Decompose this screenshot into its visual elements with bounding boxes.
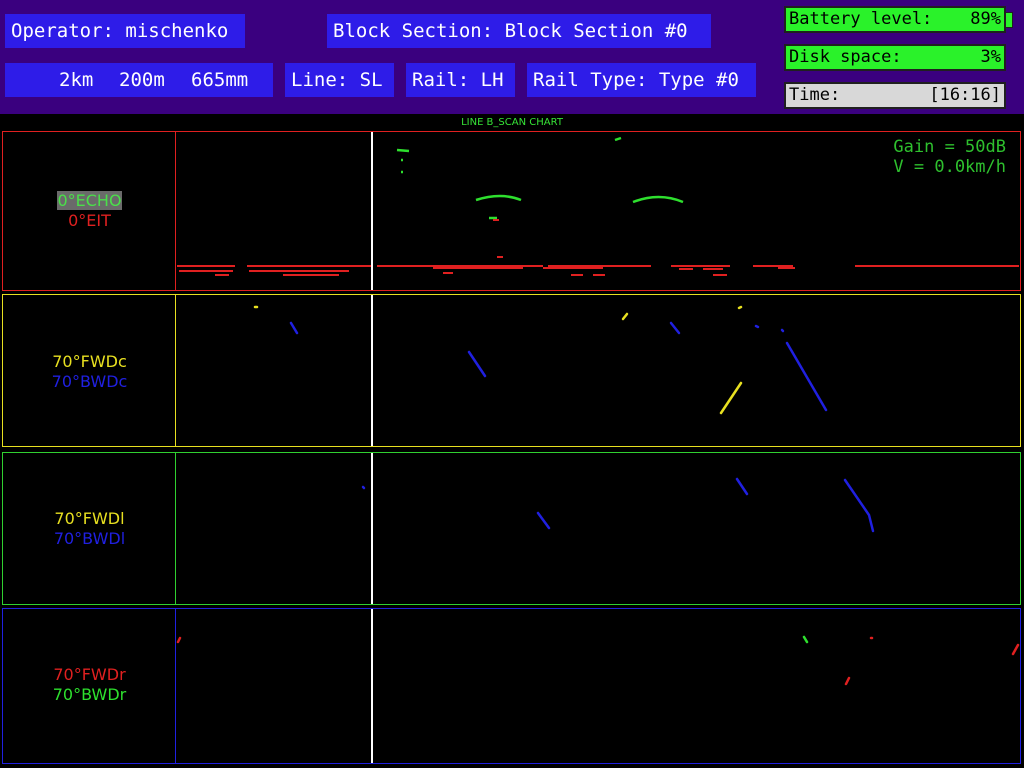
speed-value: V = 0.0km/h (893, 157, 1006, 177)
panel-fwdl-bwdl[interactable]: 70°FWDl 70°BWDl (2, 452, 1021, 605)
disk-label: Disk space: (789, 47, 902, 67)
fwd-signal (719, 381, 743, 415)
bwd-signal (289, 321, 299, 335)
fwd-signal (844, 676, 851, 686)
rail-type-label: Rail Type: Type #0 (527, 63, 756, 97)
bwd-signal (754, 324, 760, 329)
channel-eit: 0°EIT (68, 211, 111, 230)
fwd-signal (621, 312, 629, 321)
battery-value: 89% (970, 9, 1001, 29)
channel-fwdl: 70°FWDl (54, 509, 125, 528)
panel-fwdc-bwdc[interactable]: 70°FWDc 70°BWDc (2, 294, 1021, 447)
echo-signal (396, 148, 410, 153)
position-km: 2km (59, 69, 94, 91)
position-cursor[interactable] (371, 453, 373, 604)
disk-space: Disk space: 3% (784, 44, 1006, 71)
time-label: Time: (789, 85, 841, 105)
time-display: Time: [16:16] (784, 82, 1006, 109)
bwd-signal (802, 635, 809, 644)
fwd-signal (737, 305, 743, 310)
bwd-signal (536, 511, 551, 530)
bwd-signal (735, 477, 749, 496)
position-mm: 665mm (191, 69, 249, 91)
gain-value: Gain = 50dB (893, 137, 1006, 157)
position-cursor[interactable] (371, 132, 373, 290)
bwd-signal (785, 341, 828, 412)
battery-level: Battery level: 89% (784, 6, 1006, 33)
chart-title: LINE B_SCAN CHART (461, 117, 563, 128)
panel-echo-eit[interactable]: 0°ECHO 0°EIT (2, 131, 1021, 291)
battery-icon (1005, 12, 1013, 28)
rail-label: Rail: LH (406, 63, 515, 97)
echo-signal (475, 194, 522, 202)
disk-value: 3% (980, 47, 1001, 67)
bwd-signal (361, 485, 366, 490)
channel-bwdl: 70°BWDl (53, 529, 126, 548)
channel-echo: 0°ECHO (57, 191, 122, 210)
time-value: [16:16] (929, 85, 1001, 105)
channel-fwdr: 70°FWDr (53, 665, 126, 684)
position-display: 2km 200m 665mm (5, 63, 273, 97)
position-cursor[interactable] (371, 295, 373, 446)
block-section-label: Block Section: Block Section #0 (327, 14, 711, 48)
operator-label: Operator: mischenko (5, 14, 245, 48)
channel-bwdc: 70°BWDc (51, 372, 128, 391)
bwd-signal (780, 328, 785, 333)
fwd-signal (176, 636, 182, 644)
echo-signal (632, 195, 684, 204)
channel-fwdc: 70°FWDc (52, 352, 127, 371)
bwd-signal (843, 478, 875, 533)
echo-signal (614, 136, 622, 142)
gain-speed-readout: Gain = 50dB V = 0.0km/h (893, 137, 1006, 177)
channel-bwdr: 70°BWDr (52, 685, 127, 704)
bwd-signal (467, 350, 487, 378)
eit-signal (179, 267, 795, 272)
line-label: Line: SL (285, 63, 394, 97)
position-m: 200m (119, 69, 165, 91)
bwd-signal (669, 321, 681, 335)
panel-fwdr-bwdr[interactable]: 70°FWDr 70°BWDr (2, 608, 1021, 764)
position-cursor[interactable] (371, 609, 373, 763)
fwd-signal (1011, 643, 1020, 656)
battery-label: Battery level: (789, 9, 933, 29)
eit-signal (215, 272, 727, 276)
